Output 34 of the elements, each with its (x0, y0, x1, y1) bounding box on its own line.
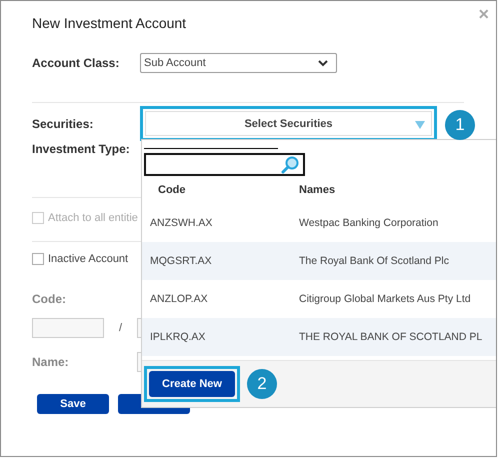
dialog-title: New Investment Account (32, 15, 188, 31)
table-cell: Westpac Banking Corporation (299, 217, 438, 229)
checkbox-label: Attach to all entitie (48, 212, 138, 224)
save-button[interactable]: Save (37, 394, 109, 414)
securities-dropdown[interactable]: Select Securities (145, 111, 432, 136)
table-cell: The Royal Bank Of Scotland Plc (299, 255, 449, 267)
field-label: Code: (32, 292, 66, 306)
table-row[interactable]: IPLKRQ.AX THE ROYAL BANK OF SCOTLAND PL (142, 318, 496, 356)
triangle-icon (415, 121, 425, 129)
field-label: Investment Type: (32, 142, 130, 156)
column-header: Names (299, 184, 336, 196)
table-cell-text: IPLKRQ.AX (149, 331, 206, 343)
search-field[interactable] (144, 153, 305, 176)
search-icon (281, 156, 299, 174)
table-row[interactable]: ANZSWH.AX Westpac Banking Corporation (142, 204, 496, 242)
checkbox-label: Inactive Account (48, 253, 128, 265)
separator-text: / (118, 322, 124, 334)
chevron-icon (318, 60, 328, 66)
account-class-dropdown[interactable]: Sub Account (140, 53, 337, 73)
table-cell: THE ROYAL BANK OF SCOTLAND PL (299, 331, 482, 343)
field-label: Securities: (32, 116, 94, 130)
create-new-button[interactable]: Create New (149, 371, 235, 397)
table-row[interactable]: ANZLOP.AX Citigroup Global Markets Aus Pty Ltd (142, 280, 496, 318)
checkbox[interactable] (32, 253, 44, 265)
field-label: Account Class: (32, 56, 120, 70)
column-header: Code (157, 184, 186, 196)
input-field[interactable] (32, 318, 104, 338)
table-cell-text: ANZSWH.AX (149, 217, 214, 229)
step-badge: 1 (445, 110, 475, 140)
table-cell-text: ANZLOP.AX (149, 293, 209, 305)
table-cell-text: MQGSRT.AX (149, 255, 213, 267)
field-label: Name: (32, 355, 70, 369)
table-row[interactable]: MQGSRT.AX The Royal Bank Of Scotland Plc (142, 242, 496, 280)
table-cell: Citigroup Global Markets Aus Pty Ltd (299, 293, 471, 305)
